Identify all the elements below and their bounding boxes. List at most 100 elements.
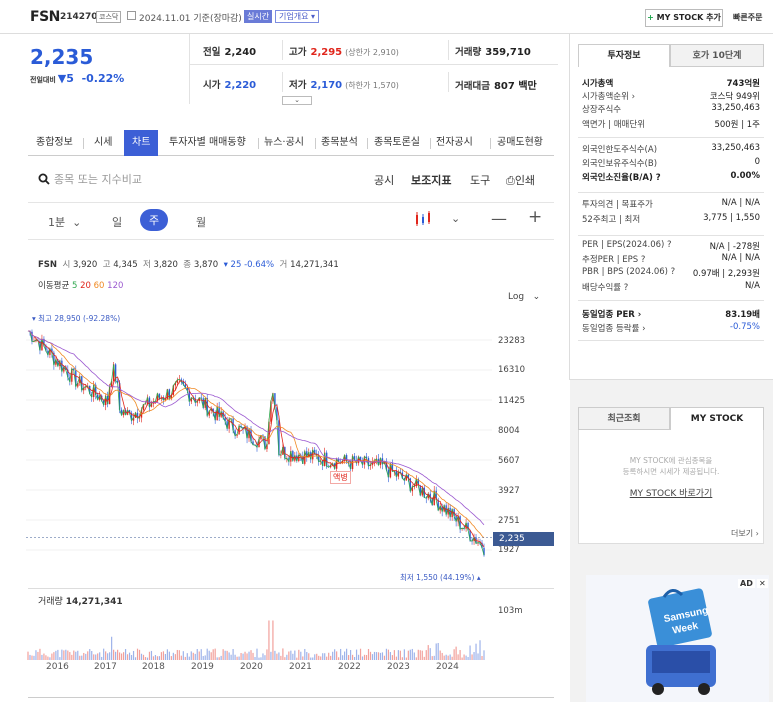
period-week[interactable]: 주 <box>140 209 169 231</box>
volume-bar <box>81 655 83 660</box>
ma-60[interactable]: 60 <box>94 281 105 291</box>
quick-order-button[interactable]: 빠른주문 <box>733 12 762 23</box>
volume-bar <box>118 652 121 660</box>
tab-short-selling[interactable]: 공매도현황 <box>497 130 543 156</box>
ma-120[interactable]: 120 <box>107 281 123 291</box>
print-button[interactable]: ⎙인쇄 <box>506 172 535 188</box>
volume-bar <box>41 654 43 660</box>
volume-bar <box>152 656 155 660</box>
realtime-badge[interactable]: 실시간 <box>244 10 273 23</box>
divider <box>282 72 283 92</box>
volume-bar <box>346 648 348 660</box>
info-row-label: 동일업종 PER › <box>582 310 642 320</box>
tab-investor-trend[interactable]: 투자자별 매매동향 <box>169 130 246 156</box>
ma-5[interactable]: 5 <box>72 281 77 291</box>
zoom-out-icon[interactable]: — <box>491 209 507 228</box>
volume-bar <box>338 657 340 660</box>
tab-mystock[interactable]: MY STOCK <box>670 407 764 430</box>
tab-order-book[interactable]: 호가 10단계 <box>670 44 764 67</box>
tab-disclosure[interactable]: 전자공시 <box>436 130 473 156</box>
down-arrow-icon: ▼ <box>57 72 67 85</box>
current-price-value: 2,235 <box>30 45 94 69</box>
volume-bar <box>109 652 111 660</box>
volume-bar <box>417 649 419 660</box>
volume-bar <box>29 654 31 660</box>
tab-quotes[interactable]: 시세 <box>94 130 112 156</box>
info-row-value: N/A | -278원 <box>709 242 760 252</box>
mystock-link[interactable]: MY STOCK 바로가기 <box>582 486 760 499</box>
volume-bar <box>385 648 388 660</box>
split-marker[interactable]: 액병 <box>330 471 351 484</box>
compare-search[interactable]: 종목 또는 지수비교 <box>38 171 142 187</box>
volume-bar <box>142 654 145 660</box>
indicator-button[interactable]: 보조지표 <box>411 172 451 188</box>
ma-20[interactable]: 20 <box>80 281 91 291</box>
company-overview-button[interactable]: 기업개요 ▾ <box>275 10 320 23</box>
info-row-label: 추정PER | EPS ? <box>582 255 646 265</box>
volume-bar <box>73 650 75 660</box>
info-row[interactable]: 동일업종 PER › 83.19배 <box>582 308 760 320</box>
info-row[interactable]: 시가총액순위 › 코스닥 949위 <box>582 90 760 102</box>
tab-discussion[interactable]: 종목토론실 <box>374 130 420 156</box>
tab-investment-info[interactable]: 투자정보 <box>578 44 670 67</box>
tab-separator <box>83 138 84 149</box>
volume-bar <box>320 656 322 660</box>
max-price-label: ▾ 최고 28,950 (-92.28%) <box>32 314 121 323</box>
volume-bar <box>463 654 465 660</box>
volume-bar <box>387 649 390 660</box>
volume-bar <box>134 657 137 660</box>
info-row: 배당수익률 ? N/A <box>582 281 760 293</box>
stock-code: 214270 <box>60 12 98 22</box>
ad-banner[interactable]: AD ✕ Samsung Week <box>586 575 769 702</box>
divider <box>28 588 554 589</box>
volume-bar <box>77 650 79 660</box>
price-chart[interactable] <box>26 300 492 580</box>
collapse-toggle[interactable]: ⌄ <box>282 96 312 105</box>
volume-bar <box>302 656 304 660</box>
tab-analysis[interactable]: 종목분석 <box>321 130 358 156</box>
volume-bar <box>35 650 37 660</box>
volume-bar <box>130 655 133 660</box>
volume-bar <box>451 656 453 660</box>
more-link[interactable]: 더보기 › <box>731 528 759 539</box>
volume-bar <box>43 653 45 660</box>
period-month[interactable]: 월 <box>196 214 206 230</box>
stat-volume: 거래량 359,710 <box>455 44 531 58</box>
volume-bar <box>210 652 212 660</box>
scale-select[interactable]: Log ⌄ <box>508 292 540 302</box>
tab-recent[interactable]: 최근조회 <box>578 407 670 430</box>
tab-summary[interactable]: 종합정보 <box>36 130 73 156</box>
volume-bar <box>268 620 270 660</box>
x-tick: 2020 <box>240 662 263 672</box>
disclosure-toggle[interactable]: 공시 <box>374 172 394 188</box>
tab-news[interactable]: 뉴스·공시 <box>264 130 304 156</box>
info-row[interactable]: 동일업종 등락률 › -0.75% <box>582 322 760 334</box>
tools-button[interactable]: 도구 <box>470 172 490 188</box>
volume-bar <box>381 652 384 660</box>
chevron-down-icon[interactable]: ⌄ <box>451 212 460 225</box>
info-separator <box>578 300 764 301</box>
volume-bar <box>95 654 97 660</box>
volume-bar <box>431 656 433 660</box>
x-tick: 2018 <box>142 662 165 672</box>
info-row-label: 외국인보유주식수(B) <box>582 159 658 169</box>
period-day[interactable]: 일 <box>112 214 122 230</box>
candle <box>31 329 33 345</box>
volume-bar <box>144 657 147 660</box>
volume-bar <box>220 655 222 660</box>
volume-bar <box>228 652 230 660</box>
current-price: 2,235 <box>30 45 93 69</box>
market-badge: 코스닥 <box>96 11 122 23</box>
volume-chart[interactable] <box>26 598 492 660</box>
volume-bar <box>369 651 372 660</box>
candlestick-icon[interactable] <box>414 211 436 227</box>
ohlc-open-label: 시 <box>62 260 71 270</box>
volume-bar <box>158 656 161 660</box>
tab-chart[interactable]: 차트 <box>124 130 159 156</box>
mystock-add-button[interactable]: + MY STOCK 추가 <box>645 9 723 27</box>
period-minute-select[interactable]: 1분 ⌄ <box>48 214 81 230</box>
close-icon[interactable]: ✕ <box>757 579 768 588</box>
info-row-value: -0.75% <box>729 322 760 332</box>
volume-bar <box>483 650 485 660</box>
zoom-in-icon[interactable]: + <box>528 207 542 227</box>
